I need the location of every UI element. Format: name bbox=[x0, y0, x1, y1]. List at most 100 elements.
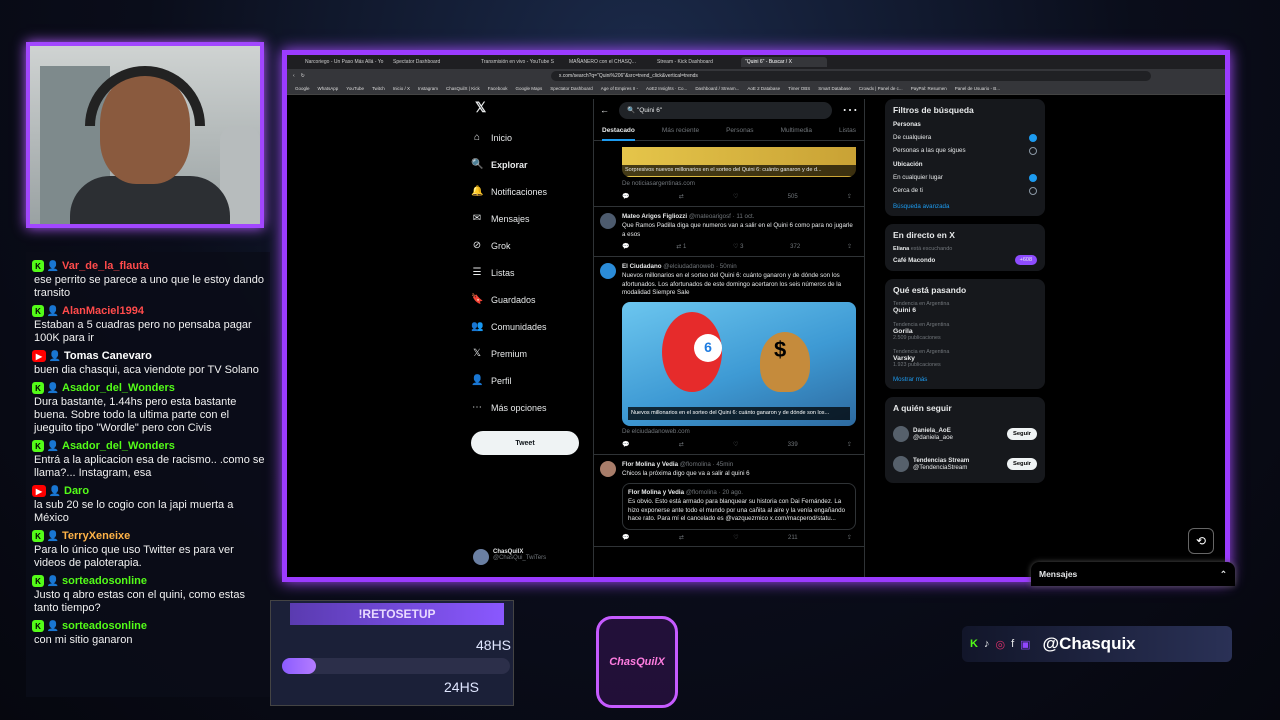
bookmark-item[interactable]: Smart Database bbox=[818, 86, 851, 91]
bookmark-item[interactable]: Facebook bbox=[488, 86, 508, 91]
bookmark-item[interactable]: WhatsApp bbox=[318, 86, 339, 91]
bookmark-item[interactable]: Spectator Dashboard bbox=[550, 86, 593, 91]
browser-tab[interactable]: Spectator Dashboard bbox=[389, 57, 475, 67]
bookmark-item[interactable]: Google Maps bbox=[515, 86, 542, 91]
bookmark-item[interactable]: Timer OBS bbox=[788, 86, 810, 91]
post-source[interactable]: De elciudadanoweb.com bbox=[622, 428, 856, 437]
show-more-link[interactable]: Mostrar más bbox=[893, 376, 1037, 383]
bookmark-item[interactable]: AoE 2 Database bbox=[747, 86, 780, 91]
nav-item-premium[interactable]: 𝕏 Premium bbox=[471, 340, 581, 367]
bookmark-item[interactable]: ChasQuilX | Kick bbox=[446, 86, 480, 91]
post-card[interactable]: Flor Molina y Vedia @flomolina · 45min C… bbox=[594, 455, 864, 547]
views-count[interactable]: 339 bbox=[788, 441, 798, 450]
nav-item-profile[interactable]: 👤 Perfil bbox=[471, 367, 581, 394]
follow-item[interactable]: Daniela_AoE @daniela_aoe Seguir bbox=[893, 419, 1037, 449]
avatar[interactable] bbox=[600, 262, 616, 279]
trend-item[interactable]: Tendencia en Argentina Varsky 1.923 public… bbox=[893, 349, 1037, 368]
post-media[interactable]: 6 $ Nuevos millonarios en el sorteo del Q… bbox=[622, 301, 856, 426]
avatar[interactable] bbox=[893, 426, 909, 442]
avatar[interactable] bbox=[600, 212, 616, 229]
like-count[interactable]: ♡ 3 bbox=[733, 243, 743, 252]
follow-item[interactable]: Nikita BierSeguir bbox=[893, 479, 1037, 483]
account-switcher[interactable]: ChasQuilX @ChasQui_TwiTers bbox=[473, 549, 546, 565]
repost-icon[interactable]: ⇄ bbox=[679, 441, 684, 450]
reply-icon[interactable]: 💬 bbox=[622, 243, 629, 252]
trend-item[interactable]: Tendencia en Argentina Quini 6 bbox=[893, 301, 1037, 314]
avatar[interactable] bbox=[600, 460, 616, 477]
chat-username[interactable]: Asador_del_Wonders bbox=[62, 440, 175, 452]
filter-option[interactable]: Personas a las que sigues bbox=[893, 144, 1037, 157]
tab-1[interactable]: Destacado bbox=[602, 127, 635, 141]
nav-item-list[interactable]: ☰ Listas bbox=[471, 259, 581, 286]
x-logo-icon[interactable]: 𝕏 bbox=[475, 99, 581, 116]
trend-item[interactable]: Tendencia en Argentina Gorila 2.509 public… bbox=[893, 322, 1037, 341]
reply-icon[interactable]: 💬 bbox=[622, 193, 629, 202]
browser-tab[interactable]: MAÑANERO con el CHASQ... bbox=[565, 57, 651, 67]
bookmark-item[interactable]: YouTube bbox=[346, 86, 364, 91]
chat-username[interactable]: TerryXeneixe bbox=[62, 530, 130, 542]
post-source[interactable]: De noticiasargentinas.com bbox=[622, 180, 856, 189]
nav-item-bookmark[interactable]: 🔖 Guardados bbox=[471, 286, 581, 313]
repost-icon[interactable]: ⇄ bbox=[679, 193, 684, 202]
radio-selected-icon[interactable] bbox=[1029, 173, 1037, 182]
post-handle[interactable]: @flomolina · 45min bbox=[680, 461, 733, 468]
refresh-icon[interactable]: ↻ bbox=[301, 73, 305, 79]
reply-icon[interactable]: 💬 bbox=[622, 534, 629, 543]
chat-username[interactable]: AlanMaciel1994 bbox=[62, 305, 144, 317]
post-author[interactable]: El Ciudadano bbox=[622, 263, 662, 270]
address-bar[interactable]: ‹ ↻ x.com/search?q="Quini%206"&src=trend… bbox=[287, 69, 1225, 83]
follow-item[interactable]: Tendencias Stream @TendenciaStream Seguir bbox=[893, 449, 1037, 479]
url-field[interactable]: x.com/search?q="Quini%206"&src=trend_cli… bbox=[550, 71, 1151, 81]
browser-tab[interactable]: "Quini 6" - Buscar / X bbox=[741, 57, 827, 67]
post-card[interactable]: Sorpresivos nuevos millonarios en el sor… bbox=[594, 141, 864, 207]
nav-item-bell[interactable]: 🔔 Notificaciones bbox=[471, 178, 581, 205]
like-icon[interactable]: ♡ bbox=[733, 534, 738, 543]
share-icon[interactable]: ⇪ bbox=[847, 193, 852, 202]
bookmark-item[interactable]: Inicio / X bbox=[393, 86, 410, 91]
live-card[interactable]: En directo en X Eliana está escuchando C… bbox=[885, 224, 1045, 271]
more-icon[interactable]: ⋯ bbox=[842, 100, 858, 120]
post-card[interactable]: El Ciudadano @elciudadanoweb · 50min Nue… bbox=[594, 257, 864, 455]
share-icon[interactable]: ⇪ bbox=[847, 441, 852, 450]
follow-button[interactable]: Seguir bbox=[1006, 428, 1037, 440]
bookmark-item[interactable]: Age of Empires II - bbox=[601, 86, 638, 91]
repost-count[interactable]: ⇄ 1 bbox=[676, 243, 686, 252]
search-input[interactable]: 🔍 "Quini 6" bbox=[619, 101, 832, 119]
quoted-post[interactable]: Flor Molina y Vedia @flomolina · 20 ago.… bbox=[622, 482, 856, 530]
share-icon[interactable]: ⇪ bbox=[847, 243, 852, 252]
chat-username[interactable]: sorteadosonline bbox=[62, 620, 147, 632]
advanced-search-link[interactable]: Búsqueda avanzada bbox=[893, 203, 1037, 210]
views-count[interactable]: 505 bbox=[788, 193, 798, 202]
bookmark-item[interactable]: Instagram bbox=[418, 86, 438, 91]
messages-drawer[interactable]: Mensajes ⌃ bbox=[1031, 562, 1235, 586]
nav-item-grok[interactable]: ⊘ Grok bbox=[471, 232, 581, 259]
nav-item-communities[interactable]: 👥 Comunidades bbox=[471, 313, 581, 340]
share-icon[interactable]: ⇪ bbox=[847, 534, 852, 543]
post-author[interactable]: Mateo Arigos Figliozzi bbox=[622, 213, 687, 220]
post-card[interactable]: Mateo Arigos Figliozzi @mateoarigosf · 1… bbox=[594, 207, 864, 257]
repost-icon[interactable]: ⇄ bbox=[679, 534, 684, 543]
back-arrow-icon[interactable]: ← bbox=[600, 105, 609, 115]
post-handle[interactable]: @mateoarigosf · 11 oct. bbox=[689, 213, 755, 220]
filter-option[interactable]: En cualquier lugar bbox=[893, 171, 1037, 184]
expand-icon[interactable]: ⌃ bbox=[1220, 569, 1227, 580]
nav-item-search[interactable]: 🔍 Explorar bbox=[471, 151, 581, 178]
views-count[interactable]: 372 bbox=[790, 243, 800, 252]
chat-username[interactable]: Daro bbox=[64, 485, 89, 497]
post-handle[interactable]: @elciudadanoweb · 50min bbox=[663, 263, 736, 270]
browser-tab[interactable]: Transmisión en vivo - YouTube S bbox=[477, 57, 563, 67]
bookmark-item[interactable]: Google bbox=[295, 86, 310, 91]
nav-item-home[interactable]: ⌂ Inicio bbox=[471, 124, 581, 151]
chat-username[interactable]: Asador_del_Wonders bbox=[62, 382, 175, 394]
chat-username[interactable]: Tomas Canevaro bbox=[64, 350, 152, 362]
tab-5[interactable]: Listas bbox=[839, 127, 856, 140]
bookmark-item[interactable]: Panel de Usuario - B... bbox=[955, 86, 1000, 91]
like-icon[interactable]: ♡ bbox=[733, 441, 738, 450]
bookmark-item[interactable]: Crowdx | Panel de c... bbox=[859, 86, 903, 91]
bookmark-item[interactable]: Dashboard / Stream... bbox=[695, 86, 739, 91]
grok-icon[interactable]: ⟲ bbox=[1188, 528, 1214, 554]
filter-option[interactable]: Cerca de ti bbox=[893, 184, 1037, 197]
post-author[interactable]: Flor Molina y Vedia bbox=[622, 461, 678, 468]
radio-selected-icon[interactable] bbox=[1029, 133, 1037, 142]
like-icon[interactable]: ♡ bbox=[733, 193, 738, 202]
